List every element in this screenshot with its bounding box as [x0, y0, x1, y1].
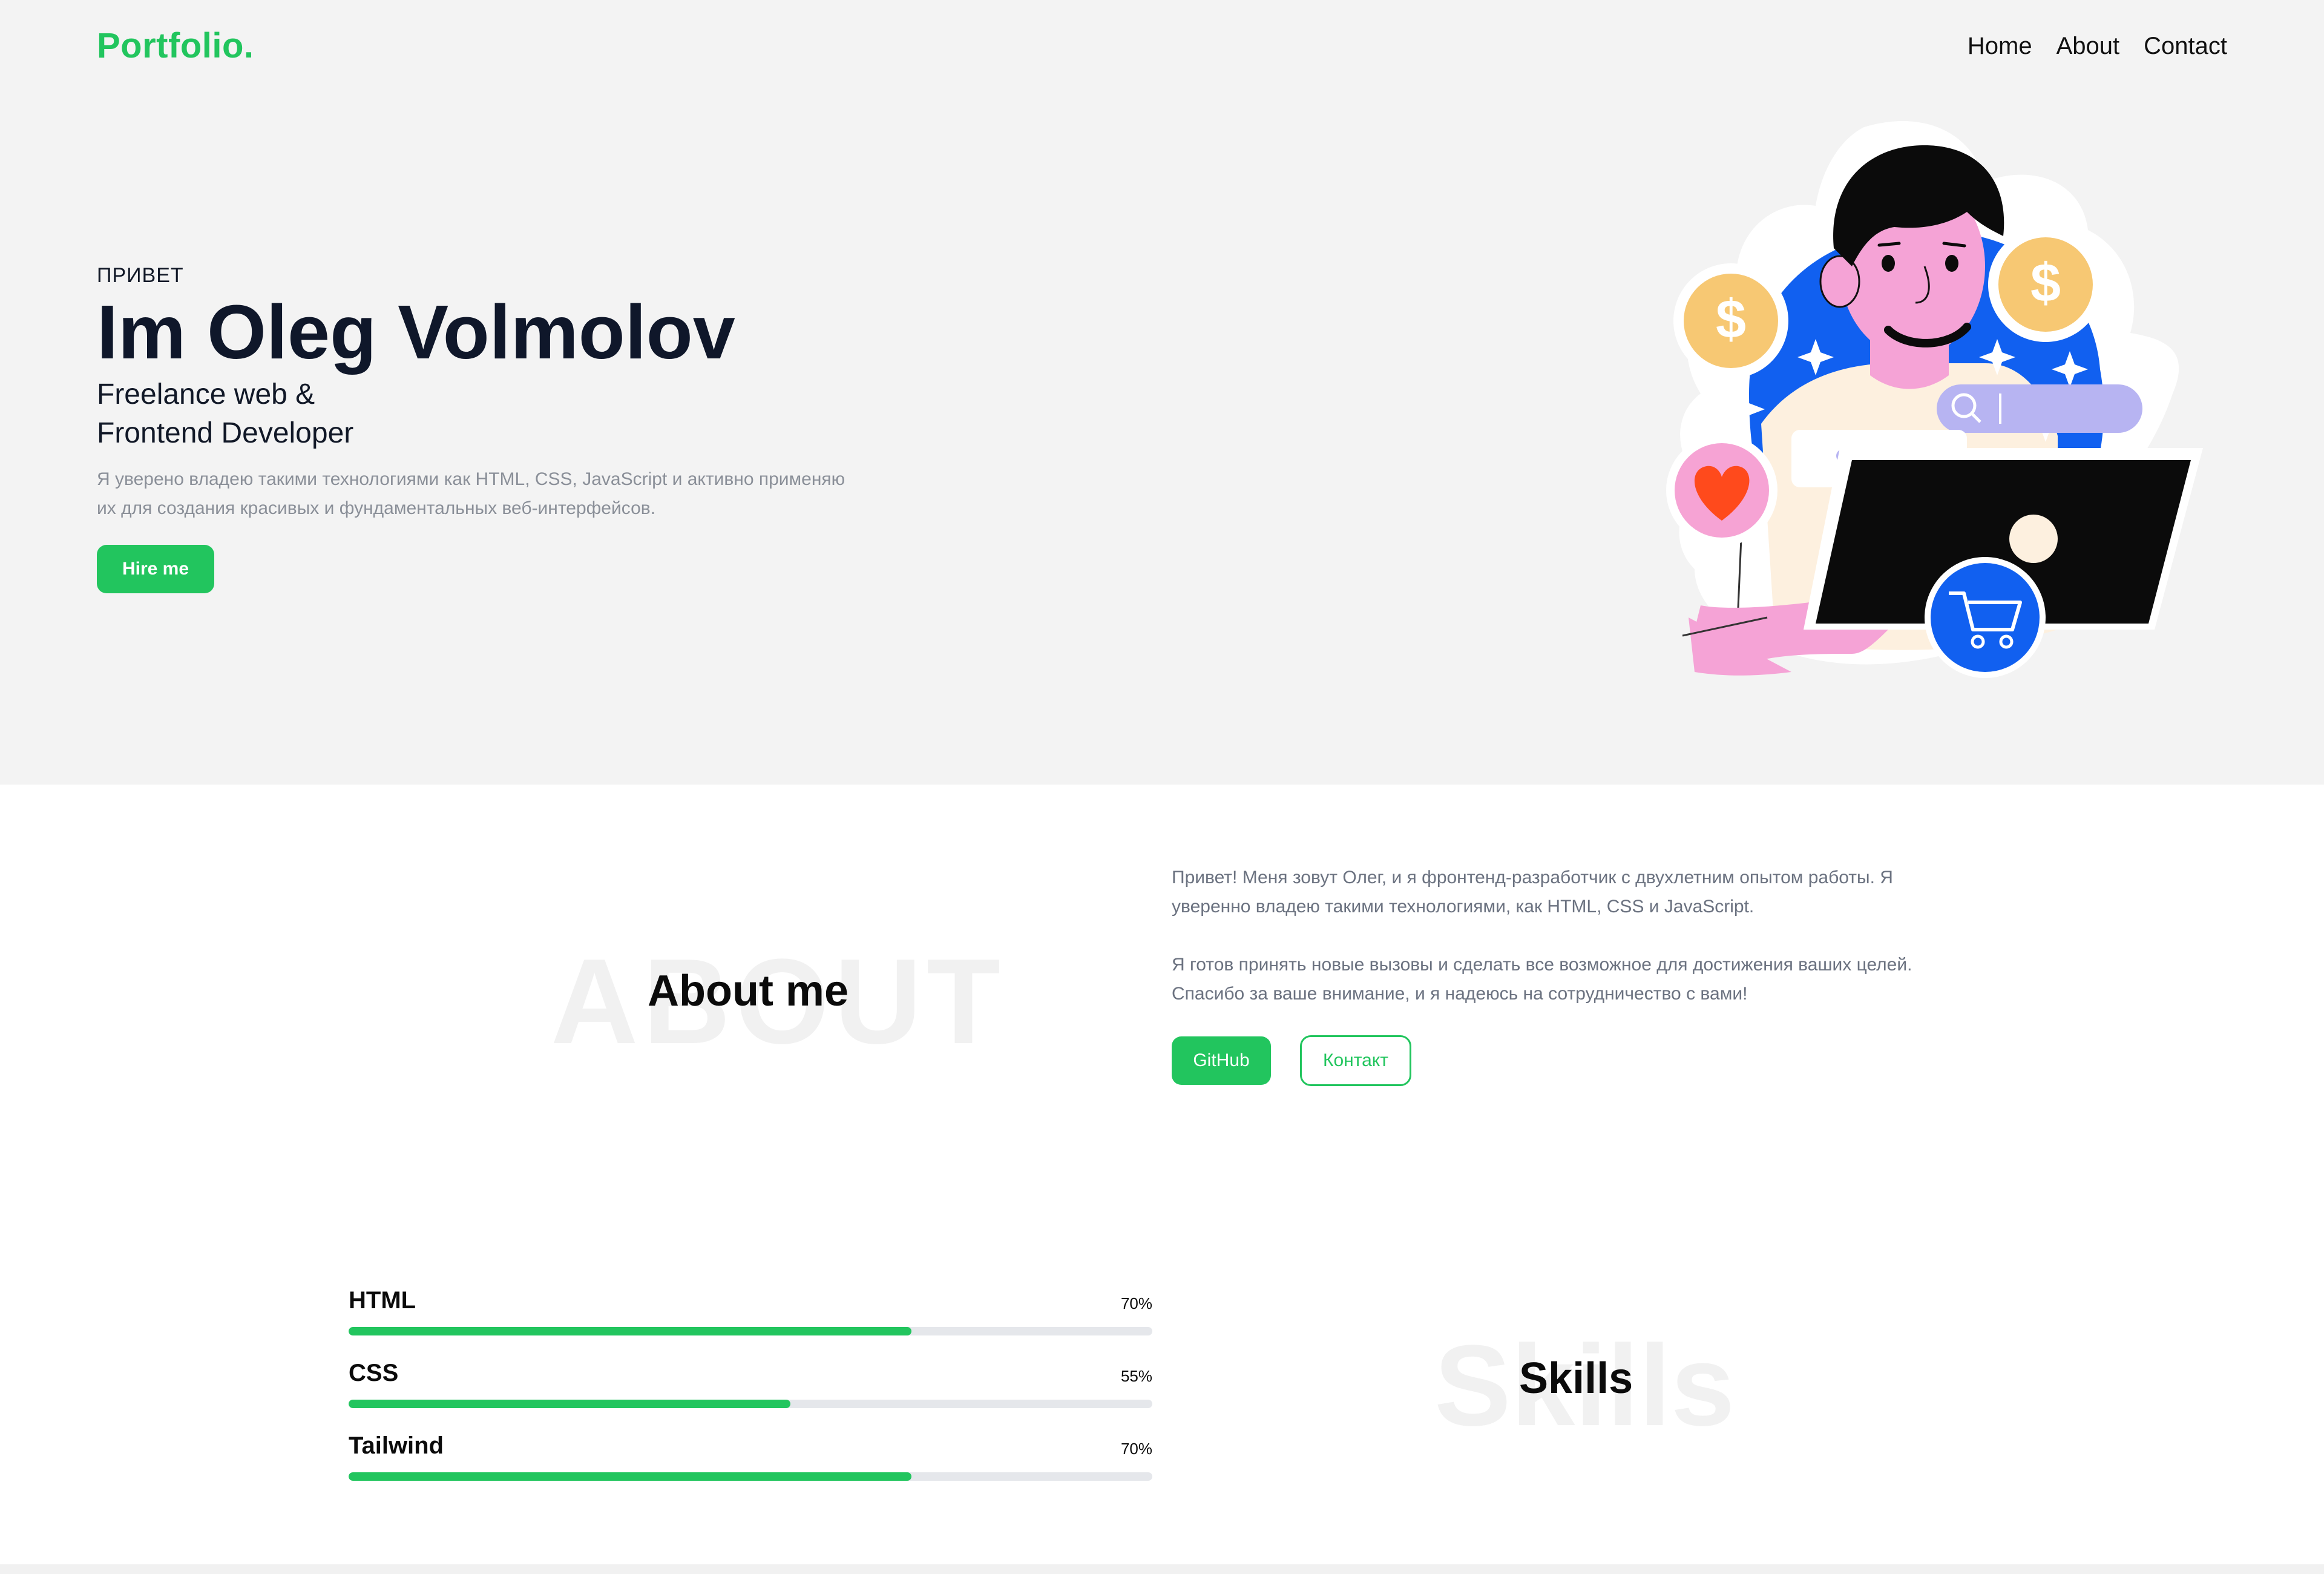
nav-contact[interactable]: Contact	[2144, 33, 2227, 60]
contact-button[interactable]: Контакт	[1300, 1035, 1411, 1086]
about-text: Привет! Меня зовут Олег, и я фронтенд-ра…	[1172, 863, 1971, 1038]
hero-title: Im Oleg Volmolov	[97, 289, 735, 375]
hero-subtitle: Freelance web & Frontend Developer	[97, 375, 353, 453]
skill-progress-track	[349, 1472, 1152, 1481]
nav-home[interactable]: Home	[1968, 33, 2032, 60]
hero-greeting: ПРИВЕТ	[97, 264, 184, 287]
about-paragraph-2: Я готов принять новые вызовы и сделать в…	[1172, 955, 1912, 1004]
logo[interactable]: Portfolio.	[97, 25, 254, 66]
skill-progress-fill	[349, 1327, 911, 1335]
skills-heading: Skills Skills	[1428, 1320, 1791, 1450]
skill-progress-track	[349, 1400, 1152, 1408]
skill-name: Tailwind	[349, 1432, 444, 1459]
skill-name: CSS	[349, 1360, 399, 1386]
hero-subtitle-line1: Freelance web &	[97, 378, 315, 410]
skill-name: HTML	[349, 1287, 416, 1314]
hire-me-button[interactable]: Hire me	[97, 545, 214, 593]
svg-text:$: $	[2030, 253, 2061, 314]
skill-progress-track	[349, 1327, 1152, 1335]
about-paragraph-1: Привет! Меня зовут Олег, и я фронтенд-ра…	[1172, 868, 1893, 917]
hero-subtitle-line2: Frontend Developer	[97, 417, 354, 449]
skill-percent: 55%	[1120, 1367, 1152, 1385]
svg-text:$: $	[1716, 289, 1746, 350]
footer-divider	[0, 1564, 2324, 1574]
skill-progress-fill	[349, 1472, 911, 1481]
skill-progress-fill	[349, 1400, 791, 1408]
developer-illustration-icon: $ $	[1666, 121, 2203, 678]
main-nav: Home About Contact	[1968, 33, 2227, 60]
skill-percent: 70%	[1120, 1294, 1152, 1312]
nav-about[interactable]: About	[2056, 33, 2120, 60]
about-heading: ABOUT About me	[533, 932, 1000, 1069]
skill-percent: 70%	[1120, 1440, 1152, 1458]
hero-section: Portfolio. Home About Contact ПРИВЕТ Im …	[0, 0, 2324, 785]
about-title: About me	[648, 967, 849, 1015]
skills-title: Skills	[1519, 1354, 1633, 1403]
hero-description: Я уверено владею такими технологиями как…	[97, 469, 845, 518]
github-button[interactable]: GitHub	[1172, 1036, 1271, 1085]
